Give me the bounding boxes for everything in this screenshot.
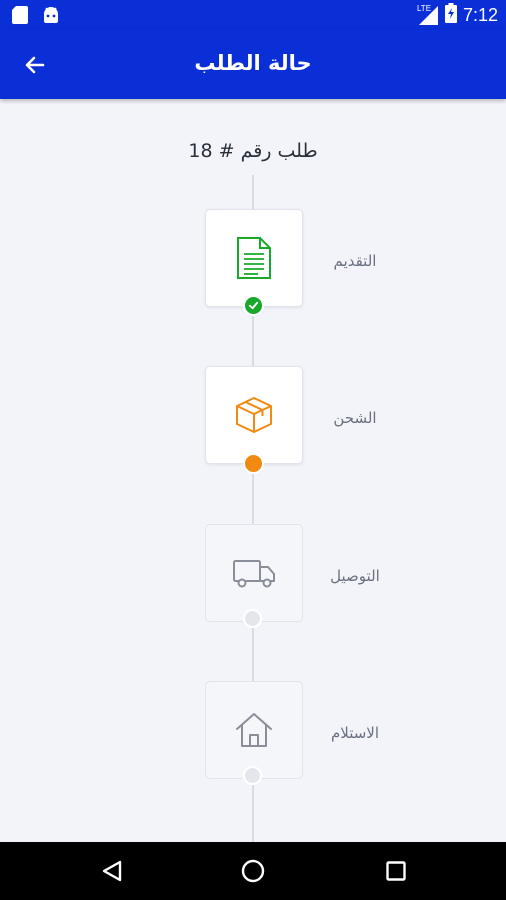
step-label-shipping: الشحن: [333, 409, 377, 427]
step-label-submitted: التقديم: [333, 252, 377, 270]
truck-icon: [233, 560, 275, 588]
step-label-delivery: التوصيل: [330, 567, 380, 585]
status-left-icons: [12, 6, 60, 28]
app-bar: حالة الطلب: [0, 30, 506, 99]
step-status-pending-icon: [243, 609, 262, 628]
checkmark-icon: [248, 301, 259, 310]
back-triangle-icon: [102, 860, 122, 882]
step-card-delivery: [205, 524, 303, 622]
battery-charging-icon: [444, 3, 457, 27]
order-number: طلب رقم # 18: [188, 140, 318, 162]
step-card-shipping: [205, 366, 303, 464]
signal-icon: LTE: [417, 4, 439, 26]
home-icon: [236, 713, 272, 747]
step-card-received: [205, 681, 303, 779]
recents-square-icon: [386, 861, 406, 881]
step-status-active-icon: [243, 453, 264, 474]
status-bar: LTE 7:12: [0, 0, 506, 30]
step-card-submitted: [205, 209, 303, 307]
box-icon: [236, 397, 272, 433]
home-circle-icon: [241, 859, 265, 883]
page-title: حالة الطلب: [194, 51, 312, 75]
step-status-pending-icon: [243, 766, 262, 785]
status-time: 7:12: [462, 5, 498, 25]
nav-back-button[interactable]: [97, 856, 127, 886]
document-icon: [237, 237, 271, 279]
sd-card-icon: [12, 6, 28, 28]
android-icon: [42, 6, 60, 28]
status-right-icons: LTE 7:12: [417, 3, 498, 27]
step-status-done-icon: [243, 295, 264, 316]
nav-recents-button[interactable]: [381, 856, 411, 886]
step-label-received: الاستلام: [330, 724, 380, 742]
system-nav-bar: [0, 842, 506, 900]
nav-home-button[interactable]: [238, 856, 268, 886]
